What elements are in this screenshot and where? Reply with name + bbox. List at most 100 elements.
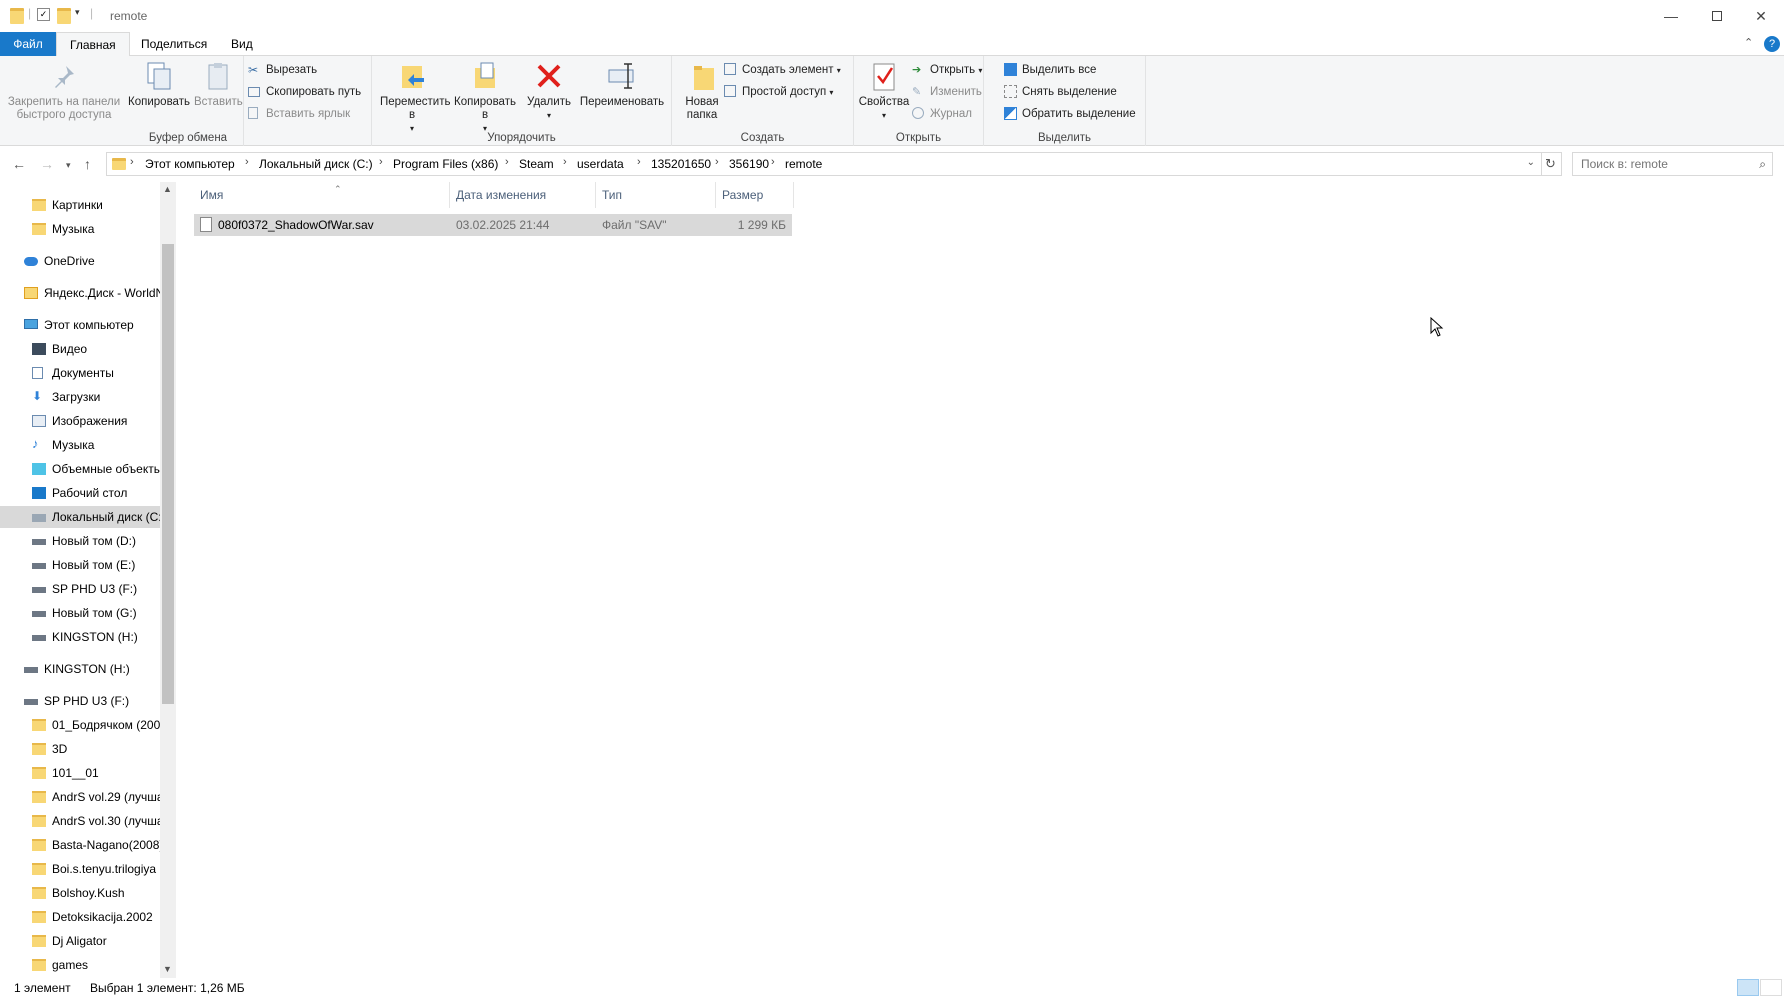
nav-item[interactable]: 3D: [0, 738, 160, 760]
tab-file[interactable]: Файл: [0, 32, 56, 56]
maximize-button[interactable]: [1694, 0, 1740, 32]
navigation-pane[interactable]: Картинки Музыка OneDrive Яндекс.Диск - Worl…: [0, 182, 176, 978]
column-header-date[interactable]: Дата изменения: [450, 182, 596, 208]
minimize-button[interactable]: —: [1648, 0, 1694, 32]
nav-item[interactable]: Basta-Nagano(2008): [0, 834, 160, 856]
copy-to-button[interactable]: Копировать в ▾: [452, 60, 518, 135]
breadcrumb-remote[interactable]: remote: [785, 157, 822, 171]
nav-item[interactable]: SP PHD U3 (F:): [0, 690, 160, 712]
nav-item[interactable]: Изображения: [0, 410, 160, 432]
column-header-type[interactable]: Тип: [596, 182, 716, 208]
recent-locations-chevron-icon[interactable]: ▾: [66, 160, 71, 171]
delete-button[interactable]: Удалить ▾: [524, 60, 574, 122]
new-folder-button[interactable]: Новая папка: [678, 60, 726, 122]
easy-access-icon: [724, 85, 736, 97]
help-icon[interactable]: ?: [1764, 36, 1780, 52]
breadcrumb-local-disk-c[interactable]: Локальный диск (C:): [259, 157, 373, 171]
nav-item[interactable]: Яндекс.Диск - WorldN: [0, 282, 160, 304]
nav-item[interactable]: AndrS vol.29 (лучшая: [0, 786, 160, 808]
breadcrumb-this-pc[interactable]: Этот компьютер: [145, 157, 235, 171]
tab-home[interactable]: Главная: [56, 32, 130, 57]
new-folder-icon[interactable]: [57, 8, 71, 24]
breadcrumb-135201650[interactable]: 135201650: [651, 157, 711, 171]
up-arrow-icon[interactable]: ↑: [84, 156, 91, 172]
nav-item[interactable]: AndrS vol.30 (лучшая: [0, 810, 160, 832]
easy-access-button[interactable]: Простой доступ ▾: [722, 82, 833, 102]
nav-item[interactable]: Этот компьютер: [0, 314, 160, 336]
back-arrow-icon[interactable]: ←: [12, 156, 26, 172]
nav-item[interactable]: Видео: [0, 338, 160, 360]
select-all-button[interactable]: Выделить все: [1002, 60, 1096, 80]
nav-item[interactable]: Bolshoy.Kush: [0, 882, 160, 904]
edit-button[interactable]: ✎ Изменить: [910, 82, 982, 102]
refresh-button[interactable]: ↻: [1540, 152, 1562, 176]
invert-selection-button[interactable]: Обратить выделение: [1002, 104, 1136, 124]
documents-icon: [32, 367, 43, 379]
select-none-button[interactable]: Снять выделение: [1002, 82, 1117, 102]
folder-icon: [32, 911, 46, 923]
forward-arrow-icon[interactable]: →: [40, 156, 54, 172]
breadcrumb-356190[interactable]: 356190: [729, 157, 769, 171]
file-row[interactable]: 080f0372_ShadowOfWar.sav 03.02.2025 21:4…: [194, 214, 792, 236]
nav-item[interactable]: ⬇ Загрузки: [0, 386, 160, 408]
nav-item[interactable]: Detoksikacija.2002: [0, 906, 160, 928]
nav-item[interactable]: OneDrive: [0, 250, 160, 272]
file-list[interactable]: Имя ⌃ Дата изменения Тип Размер 080f0372_…: [176, 182, 1784, 978]
large-icons-view-icon[interactable]: [1760, 979, 1782, 996]
column-header-size[interactable]: Размер: [716, 182, 794, 208]
nav-item[interactable]: Новый том (G:): [0, 602, 160, 624]
breadcrumb-steam[interactable]: Steam: [519, 157, 554, 171]
new-item-button[interactable]: Создать элемент ▾: [722, 60, 841, 80]
drive-icon: [24, 667, 38, 673]
properties-check-icon[interactable]: ✓: [37, 8, 50, 21]
nav-item[interactable]: ♪ Музыка: [0, 434, 160, 456]
nav-scrollbar[interactable]: ▲ ▼: [160, 182, 176, 978]
new-folder-icon: [686, 60, 718, 92]
nav-item[interactable]: games: [0, 954, 160, 976]
scroll-down-icon[interactable]: ▼: [163, 964, 172, 974]
close-button[interactable]: ✕: [1738, 0, 1784, 32]
nav-item[interactable]: Новый том (D:): [0, 530, 160, 552]
nav-item[interactable]: Boi.s.tenyu.trilogiya: [0, 858, 160, 880]
rename-button[interactable]: Переименовать: [576, 60, 668, 109]
properties-button[interactable]: Свойства ▾: [856, 60, 912, 122]
search-input[interactable]: [1573, 153, 1743, 175]
drive-icon: [32, 539, 46, 545]
breadcrumb-separator: ›: [505, 156, 509, 168]
nav-item[interactable]: Новый том (E:): [0, 554, 160, 576]
open-button[interactable]: ➔ Открыть ▾: [910, 60, 982, 80]
nav-item[interactable]: KINGSTON (H:): [0, 626, 160, 648]
address-bar[interactable]: › Этот компьютер › Локальный диск (C:) ›…: [106, 152, 1542, 176]
nav-item[interactable]: Объемные объекты: [0, 458, 160, 480]
breadcrumb-separator: ›: [245, 156, 249, 168]
nav-item[interactable]: Рабочий стол: [0, 482, 160, 504]
invert-selection-icon: [1004, 107, 1017, 120]
customize-quick-access-icon[interactable]: ▾: [75, 7, 80, 23]
nav-item[interactable]: Dj Aligator: [0, 930, 160, 952]
tab-view[interactable]: Вид: [218, 32, 266, 56]
nav-scrollbar-thumb[interactable]: [162, 244, 174, 704]
move-to-button[interactable]: Переместить в ▾: [380, 60, 450, 135]
scroll-up-icon[interactable]: ▲: [163, 184, 172, 194]
breadcrumb-program-files-x86[interactable]: Program Files (x86): [393, 157, 498, 171]
nav-item[interactable]: Локальный диск (C:): [0, 506, 160, 528]
nav-item-label: Dj Aligator: [52, 934, 107, 948]
nav-item[interactable]: SP PHD U3 (F:): [0, 578, 160, 600]
column-header-name[interactable]: Имя ⌃: [194, 182, 450, 208]
search-icon[interactable]: ⌕: [1759, 157, 1766, 172]
organize-group-label: Упорядочить: [487, 132, 556, 144]
nav-item[interactable]: 01_Бодрячком (2009): [0, 714, 160, 736]
search-box[interactable]: ⌕: [1572, 152, 1773, 176]
nav-item[interactable]: Документы: [0, 362, 160, 384]
nav-item[interactable]: KINGSTON (H:): [0, 658, 160, 680]
address-dropdown-chevron-icon[interactable]: ⌄: [1527, 157, 1535, 168]
history-button[interactable]: Журнал: [910, 104, 972, 124]
collapse-ribbon-icon[interactable]: ⌃: [1744, 36, 1753, 49]
breadcrumb-userdata[interactable]: userdata: [577, 157, 624, 171]
nav-item[interactable]: Музыка: [0, 218, 160, 240]
nav-item[interactable]: Картинки: [0, 194, 160, 216]
details-view-icon[interactable]: [1737, 979, 1759, 996]
tab-share[interactable]: Поделиться: [128, 32, 220, 56]
nav-item[interactable]: 101__01: [0, 762, 160, 784]
select-group: Выделить все Снять выделение Обратить вы…: [984, 56, 1146, 146]
